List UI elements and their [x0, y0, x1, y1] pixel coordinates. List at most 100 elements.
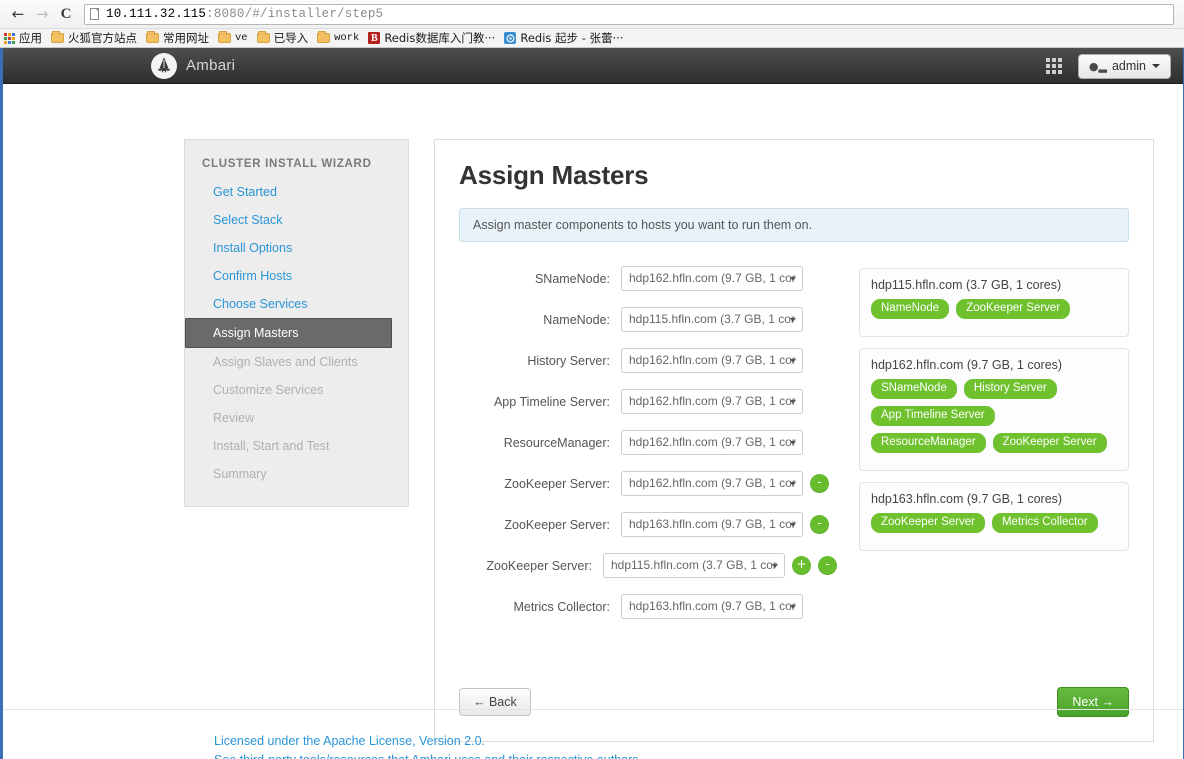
forward-arrow-icon[interactable]: →: [30, 2, 54, 26]
status-badge[interactable]: ZooKeeper Server: [992, 433, 1107, 453]
assign-masters-panel: Assign Masters Assign master components …: [434, 139, 1154, 742]
host-select-history-server[interactable]: hdp162.hfln.com (9.7 GB, 1 cor: [621, 348, 803, 373]
master-row-snamenode: SNameNode: hdp162.hfln.com (9.7 GB, 1 co…: [459, 266, 837, 291]
wizard-footer-actions: ← Back Next →: [459, 687, 1129, 717]
status-badge[interactable]: App Timeline Server: [871, 406, 995, 426]
bookmark-common-sites[interactable]: 常用网址: [146, 30, 209, 47]
page-document-icon: [90, 8, 99, 20]
bookmark-label: ve: [235, 31, 248, 44]
url-bar[interactable]: 10.111.32.115:8080/#/installer/step5: [84, 3, 1174, 25]
bookmark-ve[interactable]: ve: [218, 30, 248, 47]
host-select-zookeeper-server-1[interactable]: hdp162.hfln.com (9.7 GB, 1 cor: [621, 471, 803, 496]
bookmark-label: 常用网址: [163, 30, 209, 45]
host-select-zookeeper-server-2[interactable]: hdp163.hfln.com (9.7 GB, 1 cor: [621, 512, 803, 537]
master-label: ZooKeeper Server:: [504, 476, 610, 491]
back-button[interactable]: ← Back: [459, 688, 531, 716]
master-label: Metrics Collector:: [513, 599, 610, 614]
reload-icon[interactable]: C: [54, 2, 78, 26]
sidebar-item-select-stack[interactable]: Select Stack: [185, 206, 408, 234]
bookmark-redis-getting-started[interactable]: Redis 起步 - 张蕾···: [504, 30, 623, 47]
master-row-namenode: NameNode: hdp115.hfln.com (3.7 GB, 1 cor: [459, 307, 837, 332]
bookmark-imported[interactable]: 已导入: [256, 30, 308, 47]
host-select-zookeeper-server-3[interactable]: hdp115.hfln.com (3.7 GB, 1 cor: [603, 553, 785, 578]
folder-icon: [256, 31, 270, 43]
sidebar-item-install-start-and-test: Install, Start and Test: [213, 439, 330, 453]
host-select-value: hdp162.hfln.com (9.7 GB, 1 cor: [629, 353, 796, 367]
host-select-value: hdp162.hfln.com (9.7 GB, 1 cor: [629, 476, 796, 490]
folder-icon: [51, 31, 64, 43]
host-select-metrics-collector[interactable]: hdp163.hfln.com (9.7 GB, 1 cor: [621, 594, 803, 619]
status-badge[interactable]: SNameNode: [871, 379, 957, 399]
apps-grid-icon: [4, 32, 15, 44]
user-icon: ●▂: [1088, 59, 1107, 73]
master-row-resourcemanager: ResourceManager: hdp162.hfln.com (9.7 GB…: [459, 430, 837, 455]
status-badge[interactable]: NameNode: [871, 299, 950, 319]
chevron-down-icon: [772, 564, 778, 568]
remove-zookeeper-server-3-button[interactable]: -: [818, 556, 837, 575]
bookmark-firefox-official[interactable]: 火狐官方站点: [51, 30, 137, 47]
host-summary-list: hdp115.hfln.com (3.7 GB, 1 cores) NameNo…: [859, 262, 1129, 635]
folder-icon: [317, 31, 331, 43]
host-select-namenode[interactable]: hdp115.hfln.com (3.7 GB, 1 cor: [621, 307, 803, 332]
bookmark-apps[interactable]: 应用: [4, 30, 42, 47]
status-badge[interactable]: ZooKeeper Server: [956, 299, 1071, 319]
master-label: ZooKeeper Server:: [486, 558, 592, 573]
next-button[interactable]: Next →: [1057, 687, 1129, 717]
chevron-down-icon: [790, 277, 796, 281]
url-host-text: 10.111.32.115: [106, 7, 207, 21]
bookmark-label: Redis 起步 - 张蕾···: [520, 30, 624, 45]
grid-apps-icon[interactable]: [1045, 58, 1062, 74]
cluster-install-wizard-sidebar: CLUSTER INSTALL WIZARD Get Started Selec…: [184, 139, 409, 507]
sidebar-item-install-options[interactable]: Install Options: [185, 234, 408, 262]
status-badge[interactable]: ResourceManager: [871, 433, 986, 453]
status-badge[interactable]: ZooKeeper Server: [871, 513, 985, 533]
status-badge[interactable]: Metrics Collector: [991, 513, 1098, 533]
bookmark-work[interactable]: work: [317, 30, 359, 47]
remove-zookeeper-server-2-button[interactable]: -: [810, 515, 829, 534]
host-card-hdp162: hdp162.hfln.com (9.7 GB, 1 cores) SNameN…: [859, 348, 1129, 471]
url-path-text: :8080/#/installer/step5: [206, 7, 384, 21]
ambari-navbar: Ambari ●▂ admin: [3, 48, 1183, 84]
add-zookeeper-server-button[interactable]: +: [792, 556, 811, 575]
remove-zookeeper-server-1-button[interactable]: -: [810, 474, 829, 493]
admin-menu-button[interactable]: ●▂ admin: [1077, 53, 1171, 79]
host-card-badges: NameNode ZooKeeper Server: [871, 299, 1117, 326]
host-select-value: hdp162.hfln.com (9.7 GB, 1 cor: [629, 435, 796, 449]
host-select-value: hdp115.hfln.com (3.7 GB, 1 cor: [611, 558, 777, 572]
sidebar-item-choose-services[interactable]: Choose Services: [185, 290, 408, 318]
sidebar-item-get-started[interactable]: Get Started: [185, 178, 408, 206]
host-select-resourcemanager[interactable]: hdp162.hfln.com (9.7 GB, 1 cor: [621, 430, 803, 455]
bookmark-redis-tutorial[interactable]: B Redis数据库入门教···: [368, 30, 495, 47]
bookmark-label: work: [334, 31, 360, 44]
browser-toolbar: ← → C 10.111.32.115:8080/#/installer/ste…: [0, 0, 1184, 28]
host-select-app-timeline-server[interactable]: hdp162.hfln.com (9.7 GB, 1 cor: [621, 389, 803, 414]
host-select-snamenode[interactable]: hdp162.hfln.com (9.7 GB, 1 cor: [621, 266, 803, 291]
sidebar-item-assign-slaves-and-clients: Assign Slaves and Clients: [213, 355, 358, 369]
master-label: ResourceManager:: [503, 435, 610, 450]
sidebar-item-customize-services: Customize Services: [213, 383, 324, 397]
sidebar-item-confirm-hosts[interactable]: Confirm Hosts: [185, 262, 408, 290]
master-label: App Timeline Server:: [493, 394, 610, 409]
chevron-down-icon: [790, 318, 796, 322]
legal-footer: Licensed under the Apache License, Versi…: [214, 732, 639, 759]
redis-book-icon: B: [368, 32, 381, 44]
page-viewport: Ambari ●▂ admin CLUSTER INSTALL WIZARD G…: [0, 48, 1184, 759]
master-label: ZooKeeper Server:: [504, 517, 610, 532]
chevron-down-icon: [790, 400, 796, 404]
master-label: SNameNode:: [534, 271, 610, 286]
sidebar-item-summary: Summary: [213, 467, 267, 481]
ambari-brand[interactable]: Ambari: [151, 52, 235, 79]
folder-icon: [218, 31, 231, 43]
host-select-value: hdp115.hfln.com (3.7 GB, 1 cor: [629, 312, 795, 326]
back-arrow-icon[interactable]: ←: [6, 2, 30, 26]
apache-license-link[interactable]: Licensed under the Apache License, Versi…: [214, 732, 639, 751]
host-card-title: hdp163.hfln.com (9.7 GB, 1 cores): [871, 492, 1063, 506]
bookmark-label: 火狐官方站点: [68, 30, 137, 45]
host-card-title: hdp162.hfln.com (9.7 GB, 1 cores): [871, 358, 1063, 372]
sidebar-item-assign-masters[interactable]: Assign Masters: [185, 318, 392, 348]
master-assignment-form: SNameNode: hdp162.hfln.com (9.7 GB, 1 co…: [459, 262, 837, 635]
status-badge[interactable]: History Server: [963, 379, 1057, 399]
third-party-tools-link[interactable]: See third-party tools/resources that Amb…: [214, 751, 639, 759]
host-select-value: hdp162.hfln.com (9.7 GB, 1 cor: [629, 394, 796, 408]
host-select-value: hdp163.hfln.com (9.7 GB, 1 cor: [629, 517, 796, 531]
